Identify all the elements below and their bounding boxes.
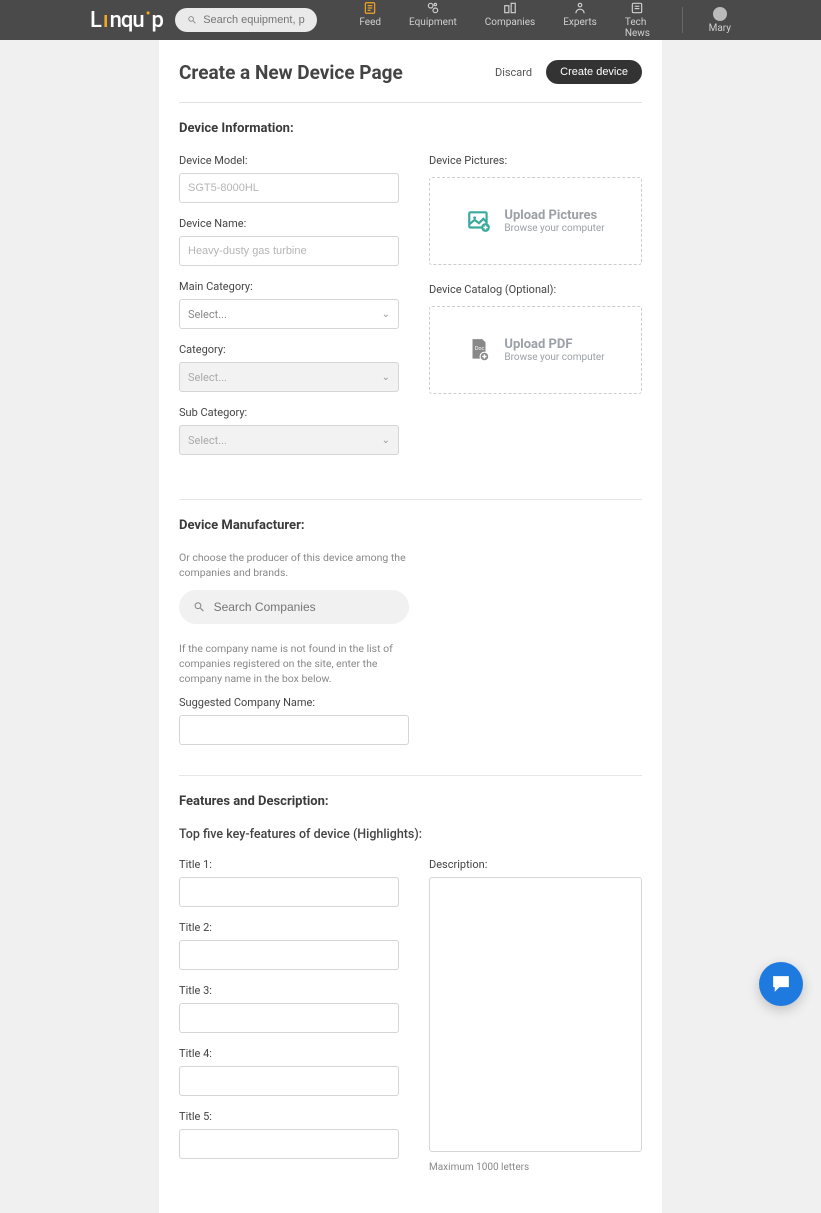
manufacturer-section-title: Device Manufacturer: bbox=[179, 518, 642, 533]
nav: Feed Equipment Companies Experts Tech Ne… bbox=[359, 1, 650, 39]
device-name-label: Device Name: bbox=[179, 217, 399, 230]
device-model-input[interactable] bbox=[179, 173, 399, 203]
app-header: Lınqu•p Feed Equipment Companies Experts… bbox=[0, 0, 821, 40]
chevron-down-icon: ⌄ bbox=[382, 309, 390, 320]
title1-label: Title 1: bbox=[179, 858, 399, 871]
doc-upload-icon: Doc bbox=[466, 337, 492, 363]
device-catalog-label: Device Catalog (Optional): bbox=[429, 283, 642, 296]
nav-experts[interactable]: Experts bbox=[563, 1, 597, 39]
equipment-icon bbox=[425, 1, 441, 15]
logo[interactable]: Lınqu•p bbox=[90, 8, 163, 33]
upload-pdf-dropzone[interactable]: Doc Upload PDF Browse your computer bbox=[429, 306, 642, 394]
title4-input[interactable] bbox=[179, 1066, 399, 1096]
chat-launcher[interactable] bbox=[759, 962, 803, 1006]
title3-label: Title 3: bbox=[179, 984, 399, 997]
upload-pictures-dropzone[interactable]: Upload Pictures Browse your computer bbox=[429, 177, 642, 265]
category-value: Select... bbox=[188, 371, 227, 384]
chevron-down-icon: ⌄ bbox=[382, 372, 390, 383]
nav-companies[interactable]: Companies bbox=[485, 1, 535, 39]
main-card: Create a New Device Page Discard Create … bbox=[159, 40, 662, 1213]
search-companies-input[interactable] bbox=[214, 600, 395, 614]
upload-pictures-title: Upload Pictures bbox=[504, 208, 604, 223]
main-category-label: Main Category: bbox=[179, 280, 399, 293]
device-pictures-label: Device Pictures: bbox=[429, 154, 642, 167]
description-textarea[interactable] bbox=[429, 877, 642, 1152]
section-divider bbox=[179, 775, 642, 776]
news-icon bbox=[629, 1, 645, 15]
title2-input[interactable] bbox=[179, 940, 399, 970]
nav-feed[interactable]: Feed bbox=[359, 1, 381, 39]
char-limit-hint: Maximum 1000 letters bbox=[429, 1162, 642, 1173]
description-label: Description: bbox=[429, 858, 642, 871]
search-companies[interactable] bbox=[179, 590, 409, 624]
nav-technews-label: Tech News bbox=[625, 17, 650, 39]
avatar bbox=[713, 7, 727, 21]
category-label: Category: bbox=[179, 343, 399, 356]
discard-button[interactable]: Discard bbox=[495, 66, 532, 79]
nav-equipment[interactable]: Equipment bbox=[409, 1, 457, 39]
chat-icon bbox=[770, 973, 792, 995]
user-name: Mary bbox=[709, 23, 731, 34]
sub-category-value: Select... bbox=[188, 434, 227, 447]
sub-category-label: Sub Category: bbox=[179, 406, 399, 419]
main-category-select[interactable]: Select... ⌄ bbox=[179, 299, 399, 329]
manufacturer-hint1: Or choose the producer of this device am… bbox=[179, 551, 409, 580]
title5-input[interactable] bbox=[179, 1129, 399, 1159]
title4-label: Title 4: bbox=[179, 1047, 399, 1060]
section-divider bbox=[179, 499, 642, 500]
upload-pdf-sub: Browse your computer bbox=[504, 352, 604, 363]
nav-companies-label: Companies bbox=[485, 17, 535, 28]
nav-equipment-label: Equipment bbox=[409, 17, 457, 28]
device-model-label: Device Model: bbox=[179, 154, 399, 167]
image-upload-icon bbox=[466, 208, 492, 234]
page-title: Create a New Device Page bbox=[179, 61, 403, 84]
features-section-title: Features and Description: bbox=[179, 794, 642, 809]
suggested-company-label: Suggested Company Name: bbox=[179, 696, 409, 709]
suggested-company-input[interactable] bbox=[179, 715, 409, 745]
nav-feed-label: Feed bbox=[359, 17, 381, 28]
title2-label: Title 2: bbox=[179, 921, 399, 934]
search-icon bbox=[187, 14, 197, 26]
companies-icon bbox=[502, 1, 518, 15]
feed-icon bbox=[362, 1, 378, 15]
title5-label: Title 5: bbox=[179, 1110, 399, 1123]
svg-text:Doc: Doc bbox=[475, 346, 485, 352]
highlights-subheading: Top five key-features of device (Highlig… bbox=[179, 827, 642, 842]
chevron-down-icon: ⌄ bbox=[382, 435, 390, 446]
upload-pdf-title: Upload PDF bbox=[504, 337, 604, 352]
create-device-button[interactable]: Create device bbox=[546, 60, 642, 84]
search-icon bbox=[193, 600, 206, 614]
global-search[interactable] bbox=[175, 8, 318, 32]
global-search-input[interactable] bbox=[203, 14, 305, 26]
title3-input[interactable] bbox=[179, 1003, 399, 1033]
category-select[interactable]: Select... ⌄ bbox=[179, 362, 399, 392]
upload-pictures-sub: Browse your computer bbox=[504, 223, 604, 234]
user-menu[interactable]: Mary bbox=[709, 7, 731, 34]
nav-technews[interactable]: Tech News bbox=[625, 1, 650, 39]
page-header: Create a New Device Page Discard Create … bbox=[179, 56, 642, 103]
nav-experts-label: Experts bbox=[563, 17, 597, 28]
device-name-input[interactable] bbox=[179, 236, 399, 266]
device-info-section-title: Device Information: bbox=[179, 121, 642, 136]
manufacturer-hint2: If the company name is not found in the … bbox=[179, 642, 409, 686]
title1-input[interactable] bbox=[179, 877, 399, 907]
experts-icon bbox=[572, 1, 588, 15]
sub-category-select[interactable]: Select... ⌄ bbox=[179, 425, 399, 455]
main-category-value: Select... bbox=[188, 308, 227, 321]
header-divider bbox=[682, 7, 683, 33]
